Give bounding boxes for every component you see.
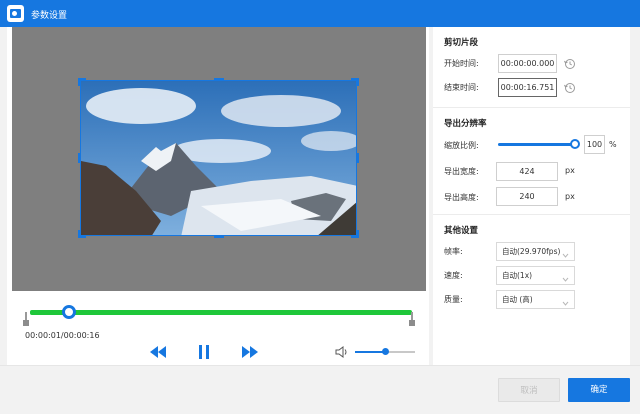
volume-slider-knob[interactable] [382, 348, 389, 355]
scale-slider-knob[interactable] [570, 139, 580, 149]
quality-label: 质量: [444, 295, 463, 304]
chevron-down-icon [562, 296, 569, 306]
video-thumbnail [80, 80, 357, 236]
speed-label: 速度: [444, 271, 463, 280]
scale-unit: % [609, 140, 617, 149]
fps-select-value: 自动(29.970fps) [502, 247, 561, 256]
crop-edge-bottom[interactable] [214, 235, 224, 238]
trim-end-handle[interactable] [409, 312, 415, 326]
crop-edge-left[interactable] [78, 153, 81, 163]
reset-start-icon[interactable] [564, 58, 576, 70]
other-section-title: 其他设置 [444, 226, 479, 236]
quality-select-value: 自动 (高) [502, 295, 533, 304]
volume-slider-fill [355, 351, 385, 353]
width-unit: px [565, 166, 575, 175]
section-divider [433, 214, 630, 215]
window-title: 参数设置 [31, 11, 68, 21]
section-divider [433, 107, 630, 108]
width-input[interactable]: 424 [496, 162, 558, 181]
resolution-section-title: 导出分辨率 [444, 119, 487, 129]
scale-label: 缩放比例: [444, 141, 479, 150]
playhead-handle[interactable] [62, 305, 76, 319]
height-input[interactable]: 240 [496, 187, 558, 206]
end-time-label: 结束时间: [444, 83, 479, 92]
rewind-icon[interactable] [150, 346, 166, 358]
start-time-label: 开始时间: [444, 59, 479, 68]
quality-select[interactable]: 自动 (高) [496, 290, 575, 309]
crop-corner-top-right[interactable] [351, 78, 359, 86]
height-unit: px [565, 192, 575, 201]
scale-slider-track[interactable] [498, 143, 577, 146]
crop-corner-bottom-right[interactable] [351, 230, 359, 238]
chevron-down-icon [562, 272, 569, 282]
trim-start-handle[interactable] [23, 312, 29, 326]
volume-icon[interactable] [335, 346, 349, 358]
speed-select-value: 自动(1x) [502, 271, 533, 280]
pause-icon[interactable] [198, 345, 210, 359]
reset-end-icon[interactable] [564, 82, 576, 94]
speed-select[interactable]: 自动(1x) [496, 266, 575, 285]
crop-edge-right[interactable] [356, 153, 359, 163]
ok-button[interactable]: 确定 [568, 378, 630, 402]
video-camera-icon [7, 5, 24, 22]
crop-corner-bottom-left[interactable] [78, 230, 86, 238]
cancel-button[interactable]: 取消 [498, 378, 560, 402]
end-time-input[interactable]: 00:00:16.751 [498, 78, 557, 97]
title-bar: 参数设置 [0, 0, 640, 27]
height-label: 导出高度: [444, 193, 479, 202]
chevron-down-icon [562, 248, 569, 258]
scale-value-input[interactable]: 100 [584, 135, 605, 154]
footer-divider [0, 365, 640, 366]
crop-corner-top-left[interactable] [78, 78, 86, 86]
clip-section-title: 剪切片段 [444, 38, 479, 48]
crop-edge-top[interactable] [214, 78, 224, 81]
time-display: 00:00:01/00:00:16 [25, 331, 100, 340]
fps-select[interactable]: 自动(29.970fps) [496, 242, 575, 261]
fps-label: 帧率: [444, 247, 463, 256]
fast-forward-icon[interactable] [242, 346, 258, 358]
width-label: 导出宽度: [444, 167, 479, 176]
start-time-input[interactable]: 00:00:00.000 [498, 54, 557, 73]
timeline-track[interactable] [30, 310, 412, 315]
